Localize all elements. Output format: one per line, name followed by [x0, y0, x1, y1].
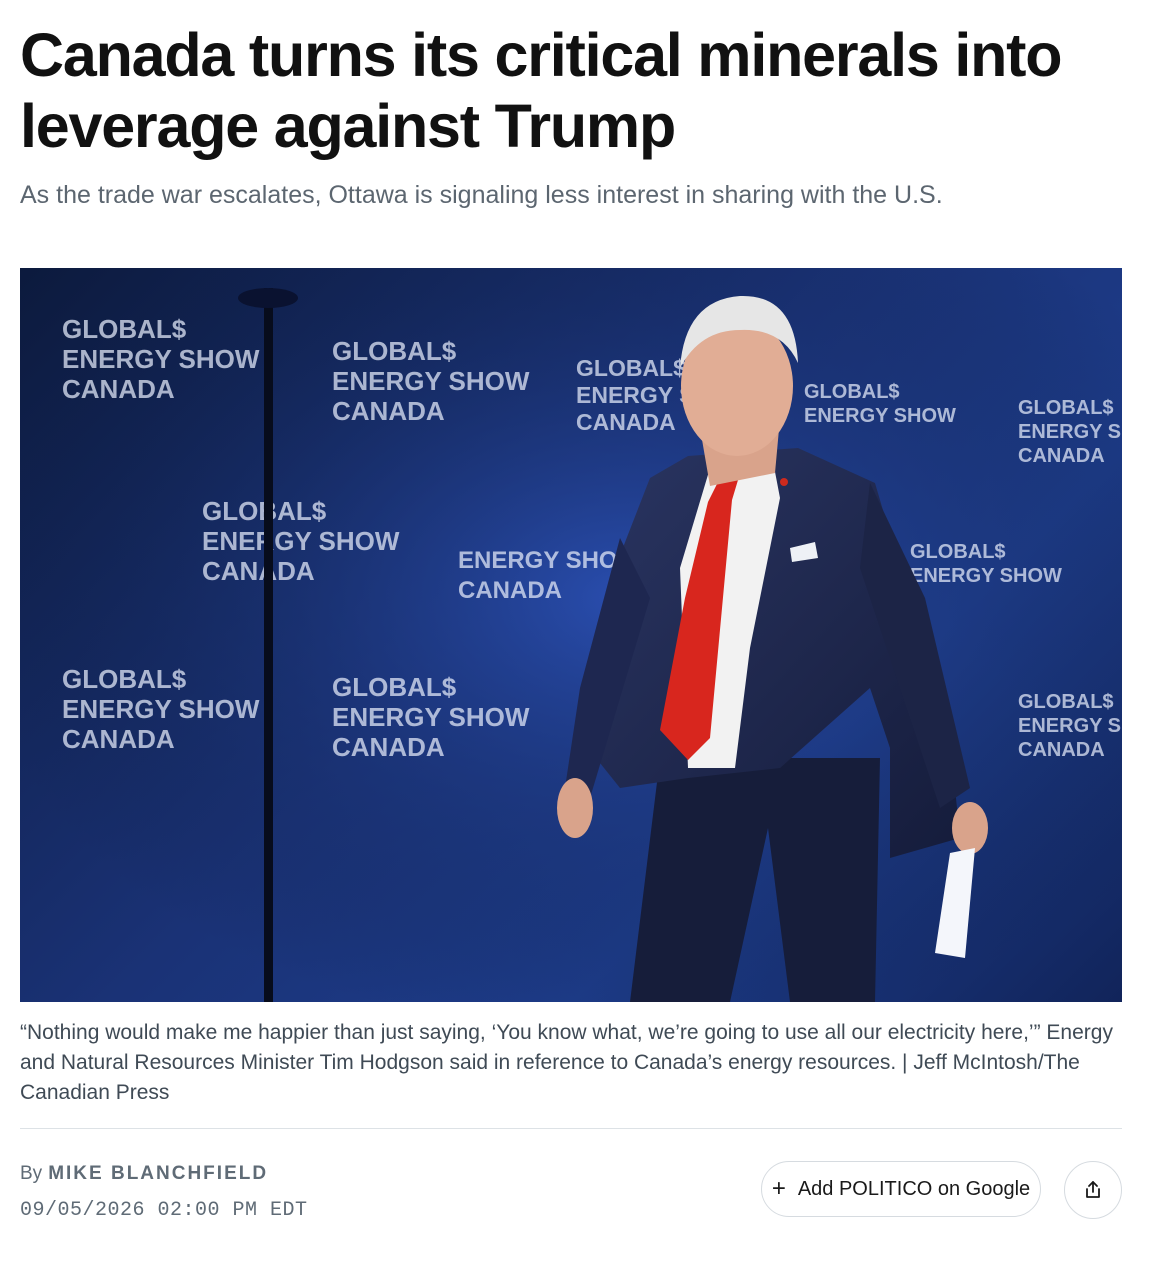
backdrop-logo-line: GLOBAL$: [1018, 397, 1114, 419]
backdrop-logo-line: ENERGY SHOW: [804, 405, 956, 427]
backdrop-logo-line: CANADA: [1018, 445, 1105, 467]
article: Canada turns its critical minerals into …: [0, 0, 1152, 1239]
backdrop-logo-line: GLOBAL$: [576, 355, 686, 381]
byline-row: By MIKE BLANCHFIELD 09/05/2026 02:00 PM E…: [20, 1129, 1122, 1239]
backdrop-logo-line: CANADA: [1018, 739, 1105, 761]
byline: By MIKE BLANCHFIELD: [20, 1162, 268, 1186]
photo-caption: “Nothing would make me happier than just…: [20, 1021, 1113, 1104]
backdrop-logo-line: ENERGY SHOW: [910, 565, 1062, 587]
backdrop-logo-line: GLOBAL$: [1018, 691, 1114, 713]
byline-prefix: By: [20, 1163, 43, 1184]
share-button[interactable]: [1064, 1161, 1122, 1219]
backdrop-logo-line: GLOBAL$: [332, 672, 457, 702]
plus-icon: +: [771, 1175, 786, 1202]
backdrop-logo-line: CANADA: [62, 724, 175, 754]
article-dek: As the trade war escalates, Ottawa is si…: [20, 181, 943, 209]
backdrop-logo-line: ENERGY SHOW: [332, 366, 530, 396]
backdrop-logo-line: ENERGY SHOW: [332, 702, 530, 732]
publish-timestamp: 09/05/2026 02:00 PM EDT: [20, 1199, 308, 1222]
add-google-label: Add POLITICO on Google: [797, 1177, 1031, 1200]
mic-stand: [264, 288, 273, 1002]
backdrop-logo-line: CANADA: [202, 556, 315, 586]
backdrop-logo-line: CANADA: [458, 577, 562, 604]
backdrop-logo-line: ENERGY SHOW: [62, 694, 260, 724]
author-link[interactable]: MIKE BLANCHFIELD: [48, 1163, 268, 1184]
backdrop-logo-line: GLOBAL$: [910, 541, 1006, 563]
backdrop-logo-line: CANADA: [576, 409, 676, 435]
add-politico-on-google-button[interactable]: + Add POLITICO on Google: [761, 1161, 1041, 1217]
backdrop-logo-line: CANADA: [332, 732, 445, 762]
backdrop-logo-line: GLOBAL$: [804, 381, 900, 403]
backdrop-logo-line: GLOBAL$: [62, 314, 187, 344]
lead-photo-illustration: GLOBAL$ ENERGY SHOW CANADA GLOBAL$ ENERG…: [20, 268, 1122, 1002]
backdrop-logo-line: ENERGY SHOW: [1018, 715, 1122, 737]
backdrop-logo-line: ENERGY SHOW: [62, 344, 260, 374]
backdrop-logo-line: GLOBAL$: [332, 336, 457, 366]
backdrop-logo-line: CANADA: [332, 396, 445, 426]
backdrop-logo-line: ENERGY SHOW: [202, 526, 400, 556]
backdrop-logo-line: ENERGY SHOW: [1018, 421, 1122, 443]
lead-photo: GLOBAL$ ENERGY SHOW CANADA GLOBAL$ ENERG…: [20, 268, 1122, 1002]
share-icon: [1086, 1181, 1100, 1198]
backdrop-logo-line: CANADA: [62, 374, 175, 404]
article-headline: Canada turns its critical minerals into …: [20, 21, 1063, 160]
backdrop-logo-line: GLOBAL$: [62, 664, 187, 694]
